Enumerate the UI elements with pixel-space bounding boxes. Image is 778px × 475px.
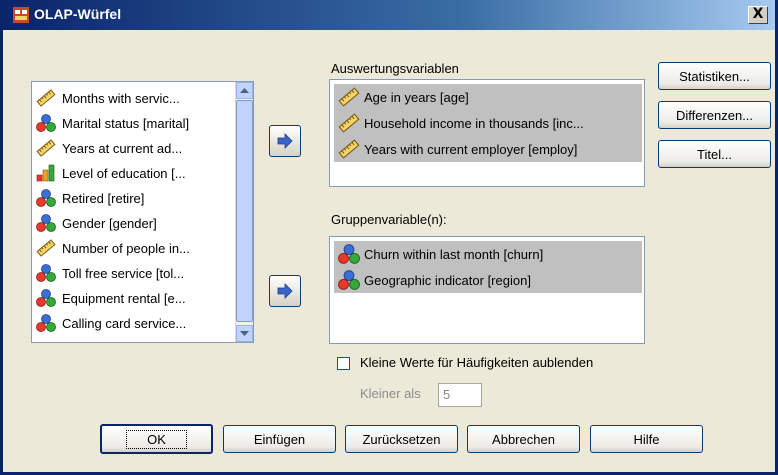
list-item[interactable]: Years at current ad... <box>36 137 182 159</box>
list-item-label: Level of education [... <box>62 165 186 181</box>
list-item-label: Months with servic... <box>62 90 180 106</box>
window-title: OLAP-Würfel <box>34 6 122 22</box>
list-item[interactable]: Gender [gender] <box>36 212 157 234</box>
title-button[interactable]: Titel... <box>658 140 771 168</box>
list-item-label: Retired [retire] <box>62 190 145 206</box>
nominal-icon <box>338 270 360 290</box>
list-item[interactable]: Months with servic... <box>36 87 180 109</box>
hide-small-counts-label: Kleine Werte für Häufigkeiten aublenden <box>360 355 594 370</box>
nominal-icon <box>36 264 56 282</box>
help-button[interactable]: Hilfe <box>590 425 703 453</box>
list-item-label: Calling card service... <box>62 315 187 331</box>
cancel-button[interactable]: Abbrechen <box>467 425 580 453</box>
nominal-icon <box>36 314 56 332</box>
list-item-label: Age in years [age] <box>364 89 469 105</box>
group-vars-label: Gruppenvariable(n): <box>331 212 447 227</box>
olap-dialog: OLAP-Würfel X Months with servic... Mari… <box>0 0 778 475</box>
scroll-down-button[interactable] <box>236 325 253 342</box>
scale-icon <box>338 113 360 133</box>
list-item[interactable]: Toll free service [tol... <box>36 262 184 284</box>
ordinal-icon <box>36 164 56 182</box>
list-item-label: Years with current employer [employ] <box>364 141 578 157</box>
scale-icon <box>36 139 56 157</box>
scale-icon <box>338 87 360 107</box>
list-item[interactable]: Age in years [age] <box>334 84 642 110</box>
hide-small-counts-checkbox[interactable] <box>337 357 350 370</box>
move-to-summary-button[interactable] <box>269 125 301 157</box>
scale-icon <box>338 139 360 159</box>
list-item-label: Geographic indicator [region] <box>364 272 531 288</box>
ok-button[interactable]: OK <box>100 424 213 454</box>
list-item-label: Gender [gender] <box>62 215 157 231</box>
arrow-right-icon <box>275 131 295 151</box>
arrow-right-icon <box>275 281 295 301</box>
title-bar: OLAP-Würfel X <box>3 0 775 30</box>
summary-vars-label: Auswertungsvariablen <box>331 61 459 76</box>
list-item[interactable]: Calling card service... <box>36 312 186 334</box>
statistics-button[interactable]: Statistiken... <box>658 62 771 90</box>
list-item[interactable]: Churn within last month [churn] <box>334 241 642 267</box>
scale-icon <box>36 89 56 107</box>
summary-variable-list[interactable]: Age in years [age] Household income in t… <box>329 79 645 187</box>
scale-icon <box>36 239 56 257</box>
paste-button[interactable]: Einfügen <box>223 425 336 453</box>
list-item-label: Number of people in... <box>62 240 190 256</box>
scroll-up-button[interactable] <box>236 82 253 99</box>
list-item-label: Marital status [marital] <box>62 115 190 131</box>
list-item-label: Equipment rental [e... <box>62 290 186 306</box>
list-item-label: Years at current ad... <box>62 140 183 156</box>
list-item[interactable]: Number of people in... <box>36 237 190 259</box>
smaller-than-label: Kleiner als <box>360 386 421 401</box>
scroll-thumb[interactable] <box>236 100 253 322</box>
list-item[interactable]: Years with current employer [employ] <box>334 136 642 162</box>
list-item[interactable]: Marital status [marital] <box>36 112 189 134</box>
differences-button[interactable]: Differenzen... <box>658 101 771 129</box>
reset-button[interactable]: Zurücksetzen <box>345 425 458 453</box>
list-item[interactable]: Retired [retire] <box>36 187 144 209</box>
nominal-icon <box>338 244 360 264</box>
smaller-than-input[interactable]: 5 <box>438 383 482 407</box>
list-item[interactable]: Level of education [... <box>36 162 186 184</box>
ok-button-label: OK <box>126 429 187 449</box>
chevron-down-icon <box>240 331 249 336</box>
list-item[interactable]: Equipment rental [e... <box>36 287 186 309</box>
source-variable-list[interactable]: Months with servic... Marital status [ma… <box>31 81 254 343</box>
nominal-icon <box>36 214 56 232</box>
vertical-scrollbar[interactable] <box>235 82 253 342</box>
chevron-up-icon <box>240 88 249 93</box>
list-item-label: Toll free service [tol... <box>62 265 185 281</box>
list-item-label: Household income in thousands [inc... <box>364 115 584 131</box>
list-item[interactable]: Geographic indicator [region] <box>334 267 642 293</box>
nominal-icon <box>36 114 56 132</box>
app-icon <box>13 7 29 23</box>
list-item-label: Churn within last month [churn] <box>364 246 544 262</box>
nominal-icon <box>36 289 56 307</box>
nominal-icon <box>36 189 56 207</box>
move-to-group-button[interactable] <box>269 275 301 307</box>
close-button[interactable]: X <box>748 6 768 24</box>
list-item[interactable]: Household income in thousands [inc... <box>334 110 642 136</box>
group-variable-list[interactable]: Churn within last month [churn] Geograph… <box>329 236 645 344</box>
